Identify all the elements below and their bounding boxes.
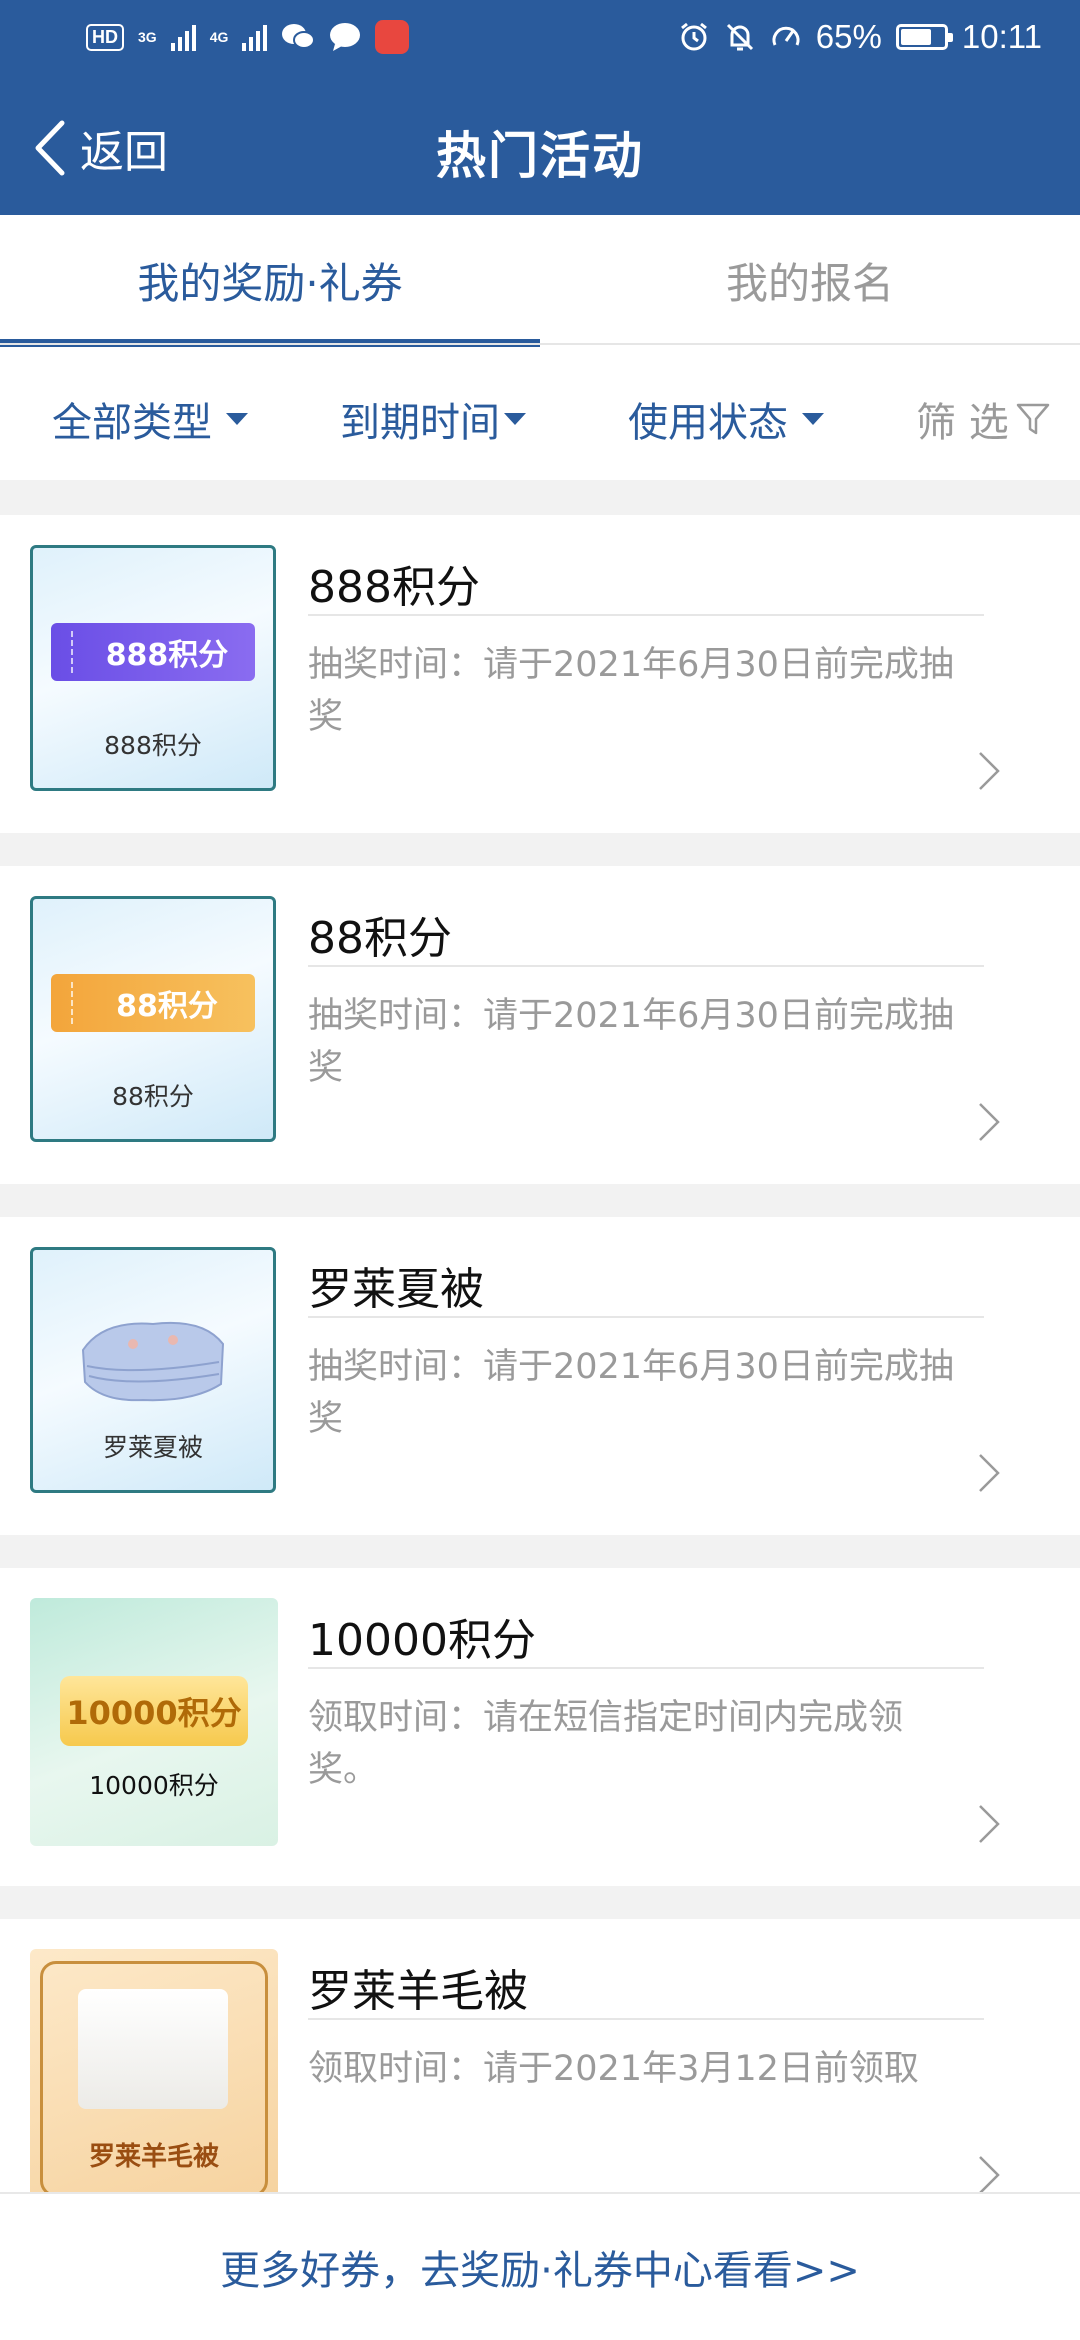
app-screen: HD 3G 4G 65% 10:11 返回 热门活动 我的奖励·礼券 我的报名 … [0,0,1080,2340]
chevron-right-icon [979,1103,1000,1141]
item-divider [308,1667,984,1669]
filter-button[interactable]: 筛 选 [916,390,1051,448]
chevron-right-icon [979,2156,1000,2192]
status-bar: HD 3G 4G 65% 10:11 [0,0,1080,80]
caret-down-icon [802,413,824,425]
caret-down-icon [504,413,526,425]
item-thumbnail: 88积分 88积分 [30,896,276,1142]
nav-header: 返回 热门活动 [0,80,1080,215]
list-spacer [0,833,1080,866]
list-item[interactable]: 88积分 88积分 88积分 抽奖时间：请于2021年6月30日前完成抽奖 [0,866,1080,1184]
coupon-tag-icon [55,982,73,1024]
item-thumbnail: 10000积分 10000积分 [30,1598,278,1846]
wool-quilt-image [78,1989,228,2109]
list-item[interactable]: 罗莱羊毛被 罗莱羊毛被 领取时间：请于2021年3月12日前领取 [0,1919,1080,2192]
item-divider [308,1316,984,1318]
item-description: 抽奖时间：请于2021年6月30日前完成抽奖 [308,1347,954,1439]
reward-list: 888积分 888积分 888积分 抽奖时间：请于2021年6月30日前完成抽奖… [0,480,1080,2192]
item-description: 抽奖时间：请于2021年6月30日前完成抽奖 [308,645,954,737]
tab-bar: 我的奖励·礼券 我的报名 [0,215,1080,347]
filter-type-dropdown[interactable]: 全部类型 [52,390,248,448]
item-thumbnail: 888积分 888积分 [30,545,276,791]
list-item[interactable]: 罗莱夏被 罗莱夏被 抽奖时间：请于2021年6月30日前完成抽奖 [0,1217,1080,1535]
item-name: 10000积分 [308,1615,536,1666]
tab-my-registrations[interactable]: 我的报名 [540,215,1080,345]
quilt-image [81,1321,225,1402]
thumbnail-caption: 罗莱夏被 [102,1433,203,1462]
item-divider [308,965,984,967]
item-description: 领取时间：请于2021年3月12日前领取 [308,2049,919,2089]
filter-expiry-label: 到期时间 [340,400,500,446]
status-left: HD 3G 4G [86,20,410,54]
thumbnail-caption: 10000积分 [89,1771,219,1800]
caret-down-icon [226,413,248,425]
filter-button-label: 筛 选 [916,400,1009,446]
list-item[interactable]: 10000积分 10000积分 10000积分 领取时间：请在短信指定时间内完成… [0,1568,1080,1886]
coupon-center-link[interactable]: 更多好券，去奖励·礼券中心看看>> [0,2192,1080,2340]
list-spacer [0,1184,1080,1217]
filter-bar: 全部类型 到期时间 使用状态 筛 选 [0,350,1080,480]
clock: 10:11 [961,18,1042,55]
item-description: 领取时间：请在短信指定时间内完成领奖。 [308,1698,904,1790]
coupon-badge: 10000积分 [60,1676,248,1746]
network-3g-label: 3G [138,29,157,45]
tab-rewards-coupons[interactable]: 我的奖励·礼券 [0,215,540,347]
list-spacer [0,1535,1080,1568]
battery-percent: 65% [815,18,882,55]
item-name: 罗莱夏被 [308,1264,484,1315]
top-bar: HD 3G 4G 65% 10:11 返回 热门活动 [0,0,1080,215]
chevron-right-icon [979,1805,1000,1843]
status-right: 65% 10:11 [678,18,1042,56]
list-spacer [0,480,1080,515]
funnel-icon [1016,403,1049,435]
filter-type-label: 全部类型 [52,400,212,446]
filter-status-dropdown[interactable]: 使用状态 [628,390,824,448]
item-name: 88积分 [308,913,452,964]
item-thumbnail: 罗莱夏被 [30,1247,276,1493]
filter-expiry-dropdown[interactable]: 到期时间 [340,390,526,448]
chevron-right-icon [979,752,1000,790]
item-description: 抽奖时间：请于2021年6月30日前完成抽奖 [308,996,954,1088]
battery-fill [900,29,931,45]
thumbnail-caption: 888积分 [104,731,202,760]
coupon-badge-text: 10000积分 [66,1694,242,1732]
thumbnail-caption: 88积分 [112,1082,194,1111]
item-divider [308,614,984,616]
signal-icon-2 [242,23,268,51]
thumbnail-caption: 罗莱羊毛被 [88,2142,219,2172]
list-item[interactable]: 888积分 888积分 888积分 抽奖时间：请于2021年6月30日前完成抽奖 [0,515,1080,833]
coupon-badge: 88积分 [51,974,255,1032]
hd-icon: HD [86,23,124,51]
page-title: 热门活动 [436,127,644,185]
list-spacer [0,1886,1080,1919]
filter-status-label: 使用状态 [628,400,788,446]
chevron-right-icon [979,1454,1000,1492]
item-name: 888积分 [308,562,480,613]
app-store-icon [375,20,410,54]
alarm-icon [680,22,707,51]
item-name: 罗莱羊毛被 [308,1966,528,2017]
wechat-icon [282,24,316,49]
tab-divider [0,343,1080,345]
network-4g-label: 4G [209,29,229,45]
battery-icon [895,24,953,50]
coupon-badge: 888积分 [51,623,255,681]
coupon-tag-icon [55,631,73,673]
item-divider [308,2018,984,2020]
coupon-badge-text: 888积分 [105,638,229,673]
data-saver-icon [772,26,800,46]
coupon-badge-text: 88积分 [116,989,218,1024]
mute-bell-icon [726,23,753,51]
message-icon [330,23,361,51]
item-thumbnail: 罗莱羊毛被 [30,1949,278,2192]
signal-icon [170,23,196,51]
